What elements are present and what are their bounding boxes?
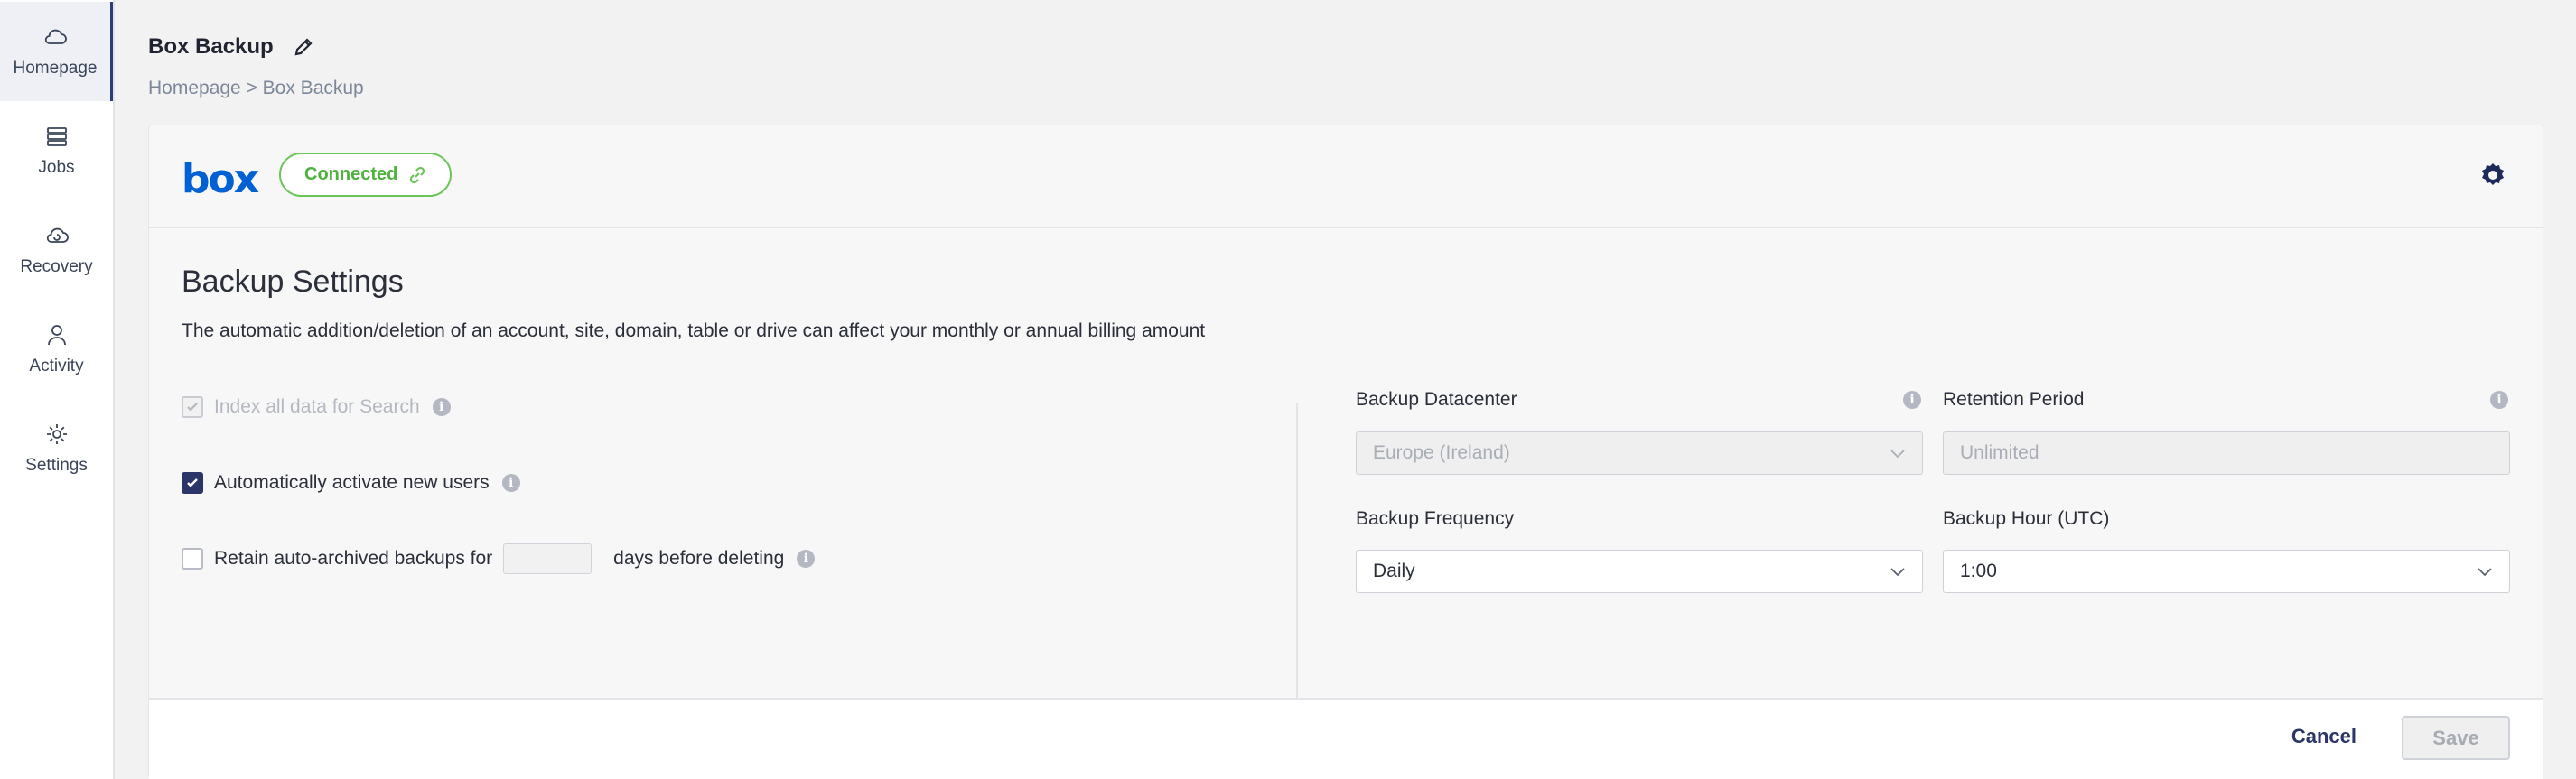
sidebar-item-label: Homepage — [13, 59, 98, 78]
save-button[interactable]: Save — [2402, 716, 2510, 760]
hour-select[interactable]: 1:00 — [1943, 550, 2510, 593]
retain-backups-checkbox[interactable] — [182, 548, 203, 570]
check-icon — [187, 478, 198, 487]
stack-icon — [46, 127, 67, 146]
check-icon — [187, 403, 198, 412]
status-badge: Connected — [279, 153, 453, 197]
page-title: Box Backup — [148, 34, 315, 60]
box-logo: box — [182, 156, 259, 202]
user-icon — [47, 325, 66, 346]
billing-notice: The automatic addition/deletion of an ac… — [182, 320, 1206, 341]
card-header: box Connected — [149, 125, 2543, 228]
sidebar-item-label: Settings — [25, 456, 88, 475]
breadcrumb: Homepage > Box Backup — [148, 78, 364, 98]
index-search-option: Index all data for Search i — [182, 396, 451, 418]
sidebar-item-activity[interactable]: Activity — [0, 300, 113, 399]
cloud-refresh-icon — [46, 227, 69, 243]
sidebar-item-label: Jobs — [38, 158, 75, 177]
retain-days-input[interactable] — [503, 543, 593, 574]
index-search-checkbox[interactable] — [182, 396, 203, 418]
sidebar-item-label: Activity — [29, 357, 84, 376]
retain-prefix-label: Retain auto-archived backups for — [214, 548, 493, 569]
info-icon[interactable]: i — [432, 398, 451, 416]
frequency-value: Daily — [1373, 561, 1415, 581]
gear-icon[interactable] — [2478, 160, 2508, 190]
status-badge-label: Connected — [304, 164, 398, 184]
sidebar-item-jobs[interactable]: Jobs — [0, 101, 113, 200]
datacenter-label: Backup Datacenter — [1356, 389, 1517, 410]
sidebar: Homepage Jobs Recovery Activity Settings — [0, 0, 115, 779]
auto-activate-label: Automatically activate new users — [214, 472, 490, 493]
hour-value: 1:00 — [1960, 561, 1997, 581]
retention-field: Unlimited — [1943, 431, 2510, 475]
retain-backups-option: Retain auto-archived backups for days be… — [182, 543, 816, 574]
info-icon[interactable]: i — [501, 474, 520, 492]
chevron-down-icon — [2478, 568, 2492, 577]
sidebar-item-settings[interactable]: Settings — [0, 399, 113, 498]
link-icon — [410, 166, 425, 183]
retain-suffix-label: days before deleting — [613, 548, 785, 569]
info-icon[interactable]: i — [1903, 391, 1921, 409]
datacenter-value: Europe (Ireland) — [1373, 442, 1510, 463]
auto-activate-option: Automatically activate new users i — [182, 472, 520, 494]
sidebar-item-recovery[interactable]: Recovery — [0, 200, 113, 300]
info-icon[interactable]: i — [2490, 391, 2508, 409]
frequency-select[interactable]: Daily — [1356, 550, 1923, 593]
sidebar-item-homepage[interactable]: Homepage — [0, 2, 113, 101]
gear-icon — [46, 424, 67, 444]
chevron-down-icon — [1890, 568, 1905, 577]
index-search-label: Index all data for Search — [214, 396, 420, 417]
card-footer: Cancel Save — [149, 698, 2543, 779]
info-icon[interactable]: i — [797, 550, 816, 568]
frequency-label: Backup Frequency — [1356, 508, 1515, 529]
hour-label: Backup Hour (UTC) — [1943, 508, 2110, 529]
auto-activate-checkbox[interactable] — [182, 472, 203, 494]
page-title-text: Box Backup — [148, 34, 274, 59]
pencil-icon[interactable] — [292, 35, 315, 59]
sidebar-item-label: Recovery — [20, 257, 93, 276]
cloud-icon — [44, 29, 67, 44]
settings-card: box Connected Backup Settings The automa… — [148, 125, 2543, 779]
retention-value: Unlimited — [1960, 442, 2039, 463]
chevron-down-icon — [1890, 450, 1905, 459]
datacenter-select[interactable]: Europe (Ireland) — [1356, 431, 1923, 475]
cancel-button[interactable]: Cancel — [2291, 725, 2357, 748]
retention-label: Retention Period — [1943, 389, 2085, 410]
section-title: Backup Settings — [182, 264, 404, 299]
